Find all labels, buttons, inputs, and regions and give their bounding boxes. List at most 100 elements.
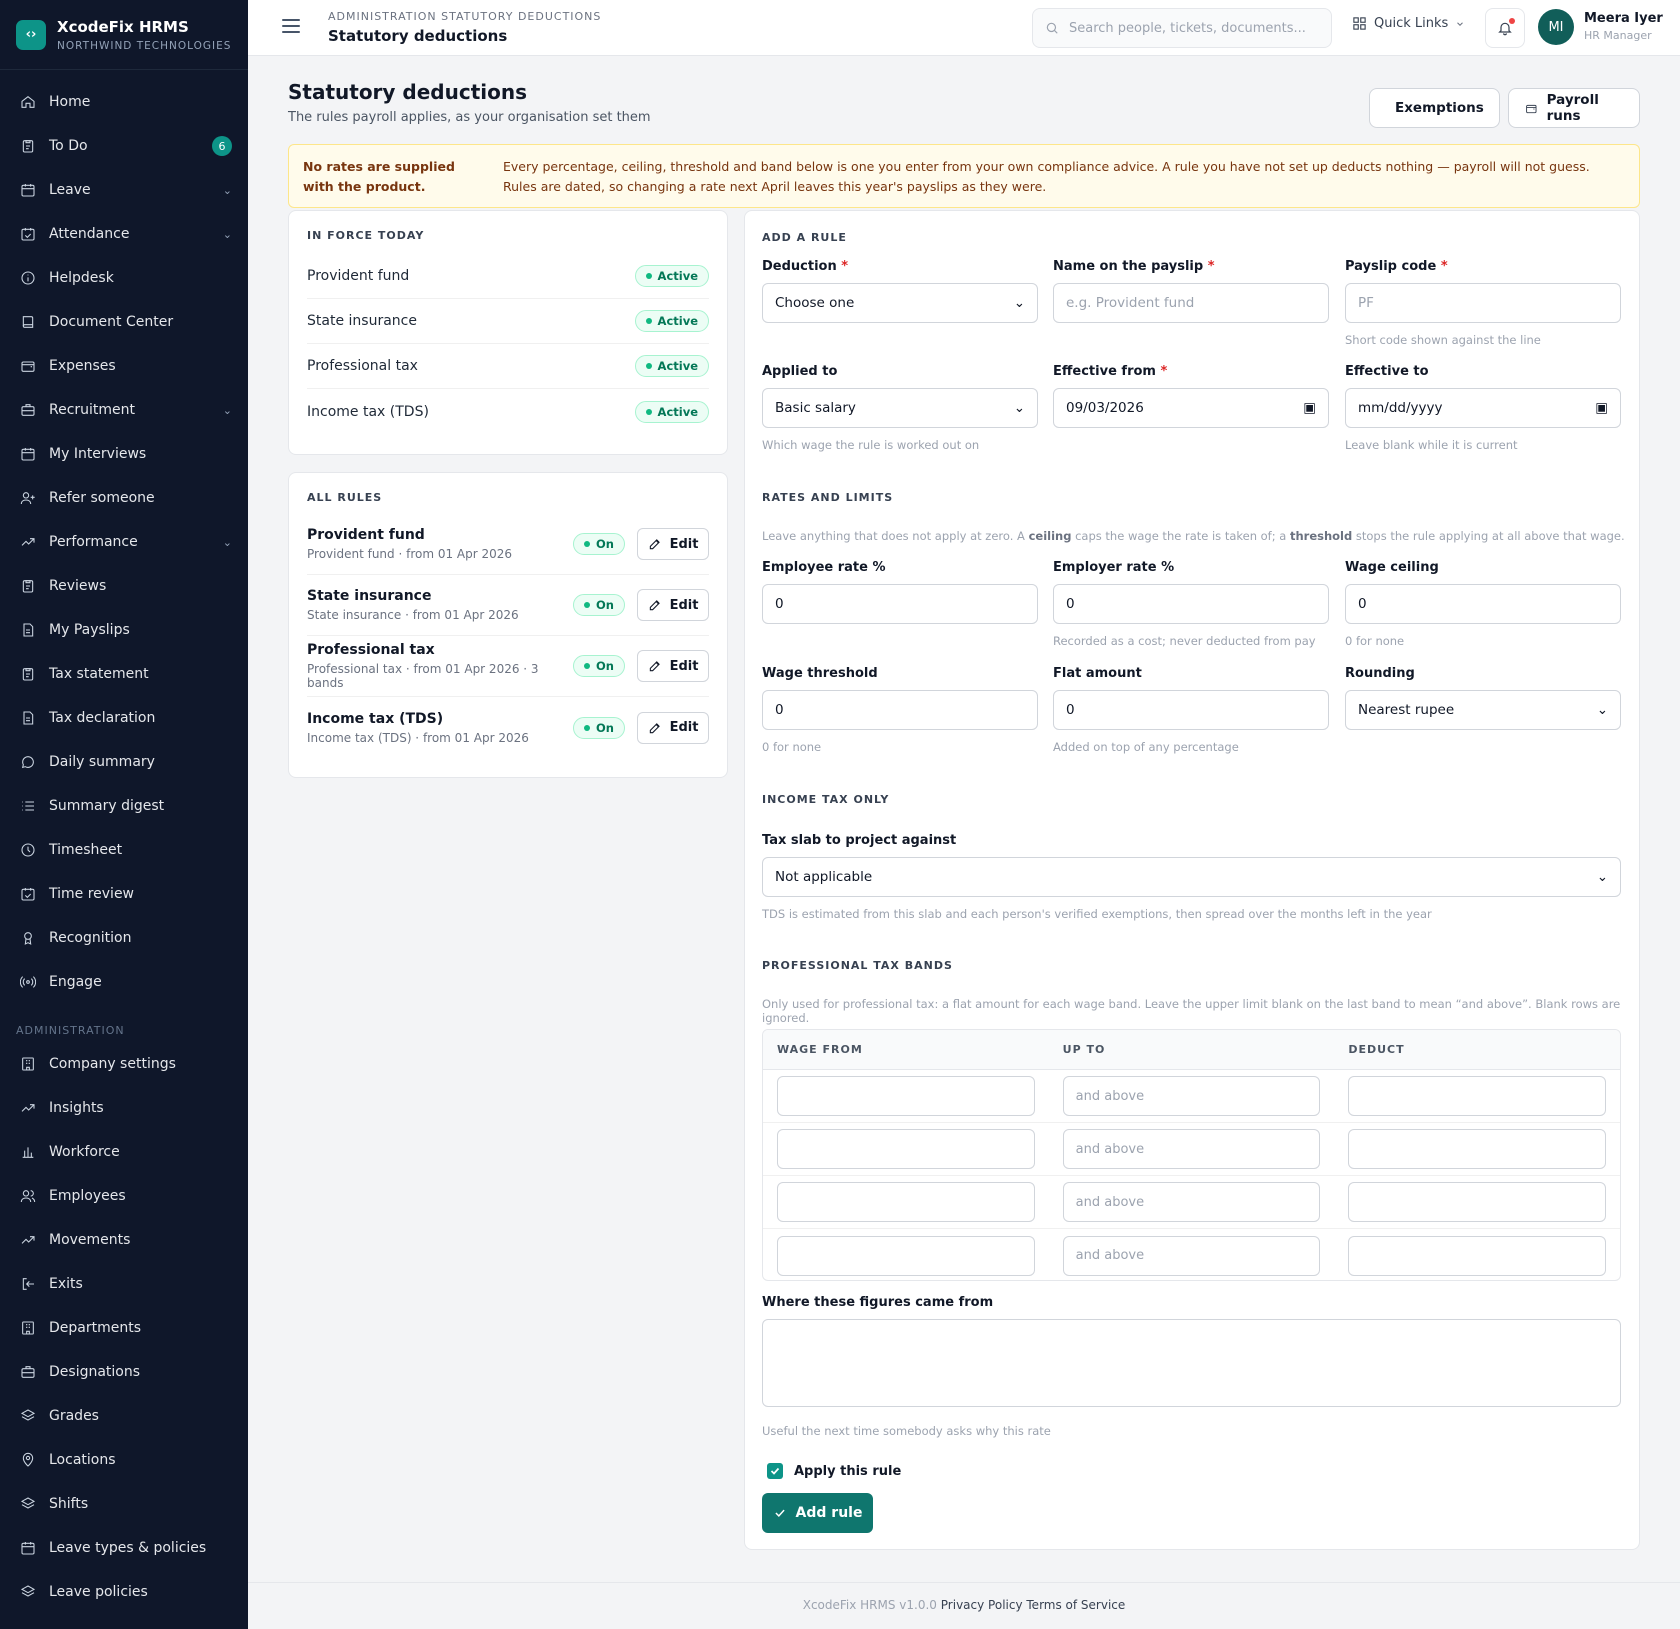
award-icon — [19, 929, 37, 947]
in-force-row: Provident fund Active — [307, 254, 709, 299]
exemptions-button[interactable]: Exemptions — [1369, 88, 1500, 128]
terms-link[interactable]: Terms of Service — [1026, 1598, 1125, 1612]
check-icon — [774, 1509, 785, 1517]
employer-rate-label: Employer rate % — [1053, 560, 1175, 575]
sidebar-item-company-settings[interactable]: Company settings — [0, 1042, 248, 1086]
search-input[interactable] — [1069, 20, 1319, 36]
payslip-code-input[interactable]: PF — [1345, 283, 1621, 323]
sidebar-item-summary-digest[interactable]: Summary digest — [0, 784, 248, 828]
sidebar-item-insights[interactable]: Insights — [0, 1086, 248, 1130]
sidebar-item-workforce[interactable]: Workforce — [0, 1130, 248, 1174]
add-rule-button[interactable]: Add rule — [762, 1493, 873, 1533]
band-deduct-input[interactable] — [1348, 1129, 1607, 1169]
sidebar-item-exits[interactable]: Exits — [0, 1262, 248, 1306]
band-wage-from-input[interactable] — [777, 1076, 1035, 1116]
sidebar-item-engage[interactable]: Engage — [0, 960, 248, 1004]
chevron-down-icon[interactable]: ⌄ — [223, 404, 232, 417]
sidebar-item-leave[interactable]: Leave ⌄ — [0, 168, 248, 212]
sidebar-item-performance[interactable]: Performance ⌄ — [0, 520, 248, 564]
sidebar-item-leave-policies[interactable]: Leave policies — [0, 1570, 248, 1614]
sidebar-item-locations[interactable]: Locations — [0, 1438, 248, 1482]
chevron-down-icon: ⌄ — [1596, 702, 1608, 718]
payslip-name-input[interactable]: e.g. Provident fund — [1053, 283, 1329, 323]
deduction-select[interactable]: Choose one ⌄ — [762, 283, 1038, 323]
building-icon — [19, 1055, 37, 1073]
briefcase-icon — [19, 401, 37, 419]
band-up-to-input[interactable]: and above — [1062, 1182, 1321, 1222]
sidebar-item-employees[interactable]: Employees — [0, 1174, 248, 1218]
applied-to-select[interactable]: Basic salary ⌄ — [762, 388, 1038, 428]
band-up-to-input[interactable]: and above — [1062, 1076, 1321, 1116]
sidebar-item-to-do[interactable]: To Do 6 — [0, 124, 248, 168]
effective-to-label: Effective to — [1345, 364, 1429, 379]
sidebar-item-tax-declaration[interactable]: Tax declaration — [0, 696, 248, 740]
sidebar-item-shifts[interactable]: Shifts — [0, 1482, 248, 1526]
flat-amount-input[interactable]: 0 — [1053, 690, 1329, 730]
band-wage-from-input[interactable] — [777, 1235, 1035, 1276]
sidebar-item-time-review[interactable]: Time review — [0, 872, 248, 916]
privacy-link[interactable]: Privacy Policy — [941, 1598, 1023, 1612]
calendar-icon[interactable]: ▣ — [1303, 400, 1316, 416]
employer-rate-input[interactable]: 0 — [1053, 584, 1329, 624]
wage-ceiling-input[interactable]: 0 — [1345, 584, 1621, 624]
effective-from-input[interactable]: 09/03/2026 ▣ — [1053, 388, 1329, 428]
status-label: On — [596, 598, 614, 612]
tax-slab-select[interactable]: Not applicable ⌄ — [762, 857, 1621, 897]
sidebar-item-departments[interactable]: Departments — [0, 1306, 248, 1350]
band-up-to-input[interactable]: and above — [1062, 1129, 1321, 1169]
rounding-select[interactable]: Nearest rupee ⌄ — [1345, 690, 1621, 730]
menu-icon[interactable] — [282, 19, 300, 35]
brand[interactable]: ‹› XcodeFix HRMS NORTHWIND TECHNOLOGIES — [0, 0, 248, 70]
wage-threshold-input[interactable]: 0 — [762, 690, 1038, 730]
band-wage-from-input[interactable] — [777, 1182, 1035, 1222]
calendar-icon[interactable]: ▣ — [1595, 400, 1608, 416]
source-textarea[interactable] — [762, 1319, 1621, 1407]
chevron-down-icon[interactable]: ⌄ — [223, 184, 232, 197]
sidebar-item-refer-someone[interactable]: Refer someone — [0, 476, 248, 520]
check-icon[interactable] — [767, 1463, 783, 1479]
edit-rule-button[interactable]: Edit — [637, 711, 709, 744]
edit-rule-button[interactable]: Edit — [637, 650, 709, 682]
sidebar-item-grades[interactable]: Grades — [0, 1394, 248, 1438]
pencil-icon — [649, 539, 660, 550]
avatar[interactable]: MI — [1538, 9, 1574, 45]
user-menu[interactable]: Meera Iyer HR Manager — [1584, 11, 1663, 42]
edit-rule-button[interactable]: Edit — [637, 589, 709, 621]
sidebar-item-timesheet[interactable]: Timesheet — [0, 828, 248, 872]
sidebar-item-recognition[interactable]: Recognition — [0, 916, 248, 960]
sidebar-item-attendance[interactable]: Attendance ⌄ — [0, 212, 248, 256]
chevron-down-icon[interactable]: ⌄ — [223, 228, 232, 241]
sidebar-item-movements[interactable]: Movements — [0, 1218, 248, 1262]
sidebar-item-my-interviews[interactable]: My Interviews — [0, 432, 248, 476]
layers-icon — [19, 1583, 37, 1601]
notifications-button[interactable] — [1485, 8, 1525, 48]
sidebar-item-my-payslips[interactable]: My Payslips — [0, 608, 248, 652]
sidebar-item-daily-summary[interactable]: Daily summary — [0, 740, 248, 784]
edit-rule-button[interactable]: Edit — [637, 528, 709, 560]
in-force-name: Income tax (TDS) — [307, 403, 429, 420]
sidebar-item-home[interactable]: Home — [0, 80, 248, 124]
band-deduct-input[interactable] — [1348, 1182, 1607, 1222]
add-rule-label: Add rule — [795, 1505, 863, 1521]
employee-rate-input[interactable]: 0 — [762, 584, 1038, 624]
sidebar-item-designations[interactable]: Designations — [0, 1350, 248, 1394]
sidebar-item-expenses[interactable]: Expenses — [0, 344, 248, 388]
band-up-to-input[interactable]: and above — [1062, 1235, 1321, 1276]
sidebar-item-recruitment[interactable]: Recruitment ⌄ — [0, 388, 248, 432]
sidebar-item-helpdesk[interactable]: Helpdesk — [0, 256, 248, 300]
band-deduct-input[interactable] — [1348, 1235, 1607, 1276]
sidebar-item-document-center[interactable]: Document Center — [0, 300, 248, 344]
chevron-down-icon[interactable]: ⌄ — [223, 536, 232, 549]
sidebar-item-reviews[interactable]: Reviews — [0, 564, 248, 608]
band-wage-from-input[interactable] — [777, 1129, 1035, 1169]
sidebar-item-tax-statement[interactable]: Tax statement — [0, 652, 248, 696]
band-deduct-input[interactable] — [1348, 1076, 1607, 1116]
sidebar-item-leave-types-policies[interactable]: Leave types & policies — [0, 1526, 248, 1570]
apply-rule-checkbox[interactable]: Apply this rule — [767, 1463, 901, 1479]
briefcase-icon — [19, 1363, 37, 1381]
search-box[interactable] — [1032, 8, 1332, 48]
message-icon — [19, 753, 37, 771]
effective-to-input[interactable]: mm/dd/yyyy ▣ — [1345, 388, 1621, 428]
quick-links-button[interactable]: Quick Links — [1352, 16, 1465, 31]
payroll-runs-button[interactable]: Payroll runs — [1508, 88, 1640, 128]
